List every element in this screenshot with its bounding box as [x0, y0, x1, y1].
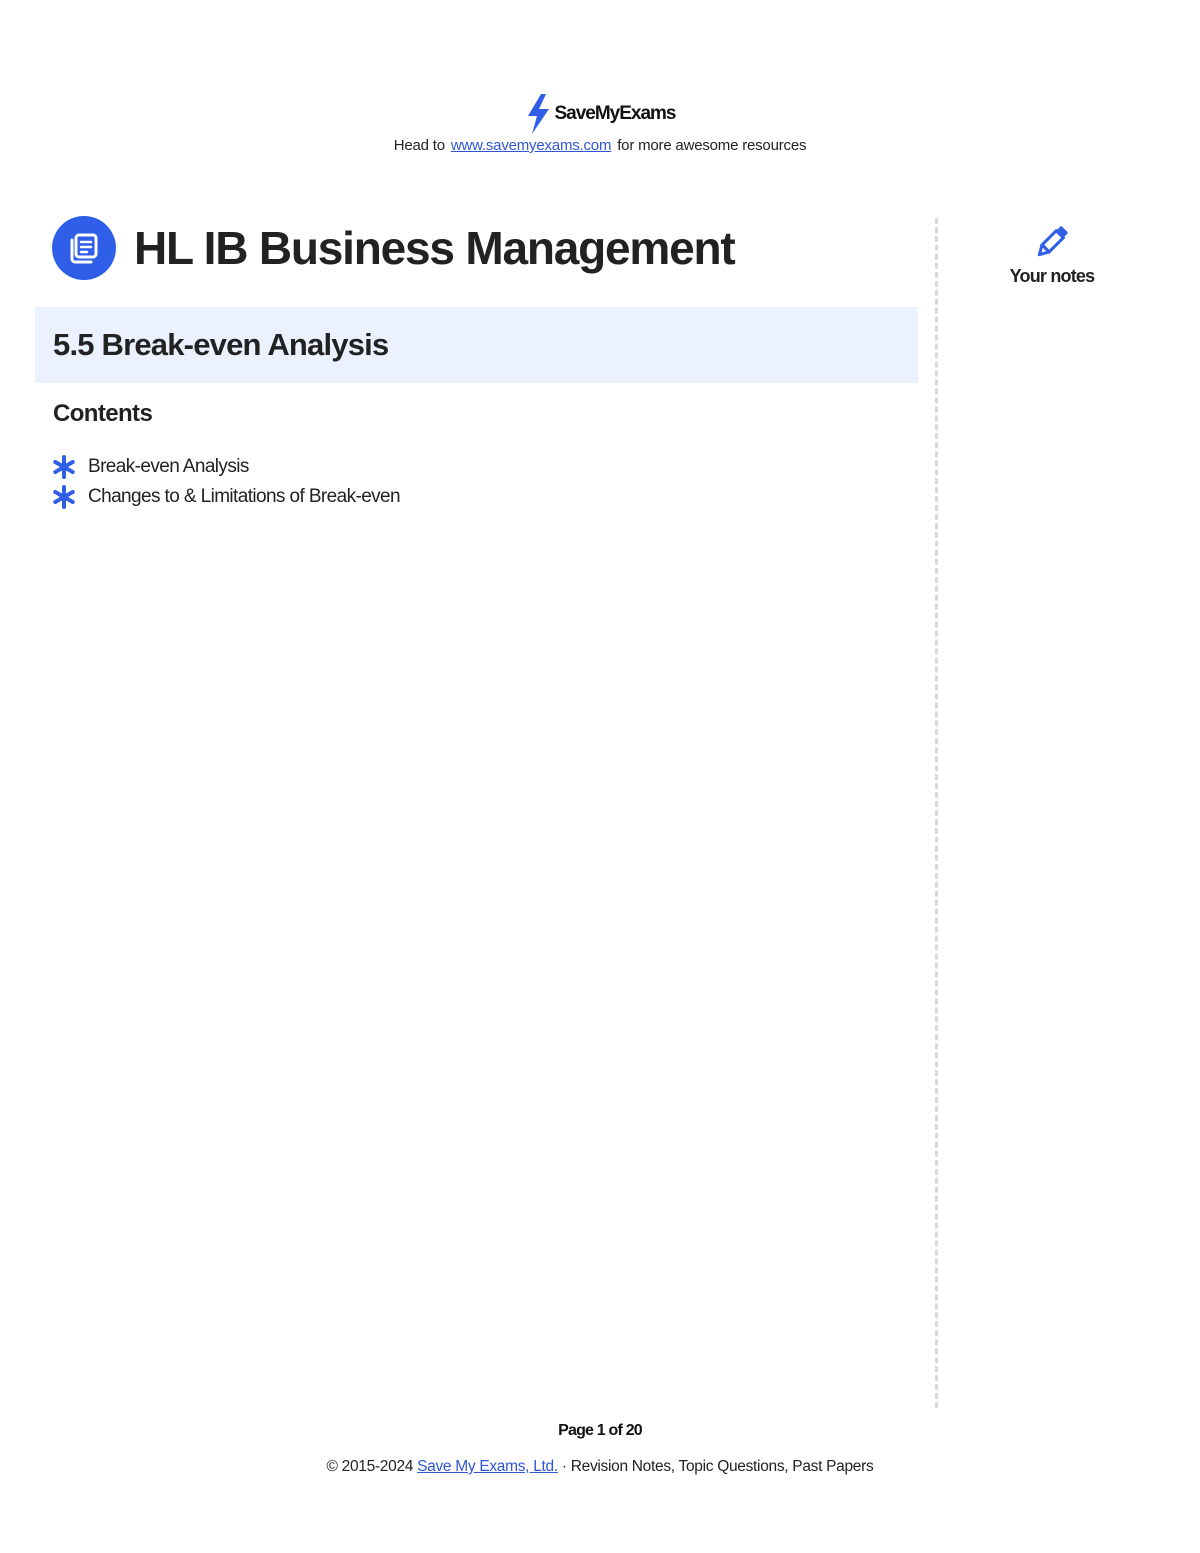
topic-title: 5.5 Break-even Analysis [53, 327, 389, 362]
contents-item-label: Changes to & Limitations of Break-even [88, 486, 401, 507]
book-icon [52, 216, 116, 280]
brand-header: SaveMyExams [0, 94, 1200, 134]
asterisk-star-icon [52, 485, 76, 509]
company-link[interactable]: Save My Exams, Ltd. [417, 1458, 558, 1475]
contents-item[interactable]: Break-even Analysis [52, 452, 400, 482]
pencil-icon [990, 222, 1114, 262]
website-link[interactable]: www.savemyexams.com [451, 137, 612, 154]
contents-heading: Contents [53, 400, 153, 427]
copyright-suffix: · Revision Notes, Topic Questions, Past … [561, 1458, 874, 1475]
notes-divider [935, 218, 938, 1408]
tagline-prefix: Head to [393, 137, 445, 154]
tagline-suffix: for more awesome resources [617, 137, 807, 154]
topic-band: 5.5 Break-even Analysis [35, 307, 918, 383]
subject-title: HL IB Business Management [134, 222, 736, 274]
contents-item-label: Break-even Analysis [88, 456, 249, 477]
notes-column: Your notes [990, 222, 1114, 287]
contents-item[interactable]: Changes to & Limitations of Break-even [52, 482, 401, 512]
copyright-prefix: © 2015-2024 [326, 1458, 414, 1475]
brand-logo[interactable]: SaveMyExams [524, 94, 677, 134]
copyright-footer: © 2015-2024 Save My Exams, Ltd. · Revisi… [0, 1458, 1200, 1476]
contents-list: Break-even Analysis Changes to & Limitat… [52, 452, 401, 512]
header-tagline: Head to www.savemyexams.com for more awe… [0, 137, 1200, 154]
lightning-bolt-icon [524, 94, 552, 134]
brand-name: SaveMyExams [554, 103, 676, 124]
page-number: Page 1 of 20 [558, 1422, 643, 1439]
subject-header: HL IB Business Management [52, 216, 736, 280]
asterisk-star-icon [52, 455, 76, 479]
notes-label: Your notes [1009, 266, 1095, 286]
